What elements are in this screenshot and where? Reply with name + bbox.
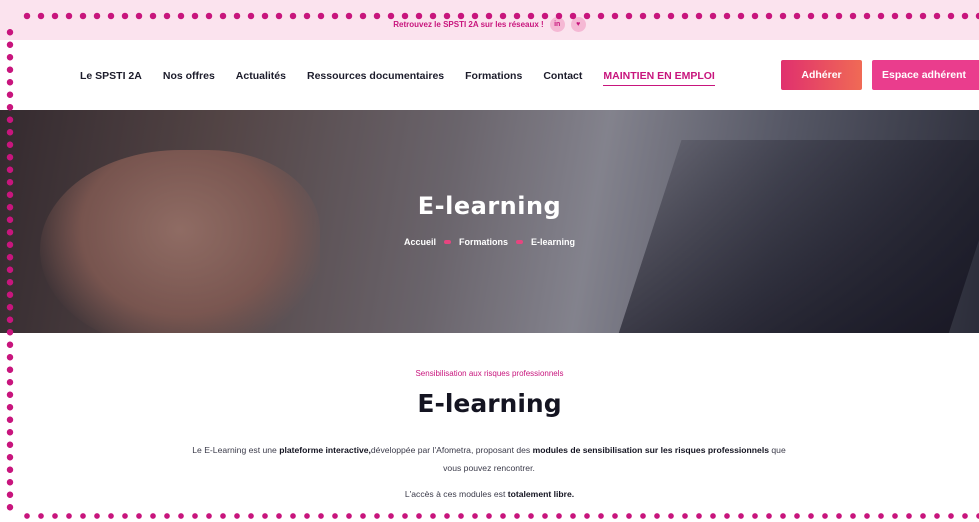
- hero-banner: E-learning Accueil Formations E-learning: [0, 110, 979, 333]
- breadcrumb-accueil[interactable]: Accueil: [404, 237, 436, 247]
- breadcrumb: Accueil Formations E-learning: [0, 237, 979, 247]
- breadcrumb-current: E-learning: [531, 237, 576, 247]
- intro-paragraph: Le E-Learning est une plateforme interac…: [189, 441, 789, 477]
- nav-link-ressources[interactable]: Ressources documentaires: [307, 70, 444, 86]
- intro-text-2: développée par l'Afometra, proposant des: [370, 445, 533, 455]
- dotted-border-bottom: [20, 512, 979, 520]
- nav-link-contact[interactable]: Contact: [543, 70, 582, 86]
- access-bold: totalement libre.: [507, 489, 575, 499]
- access-text: L'accès à ces modules est: [404, 489, 508, 499]
- access-paragraph: L'accès à ces modules est totalement lib…: [0, 485, 979, 503]
- main-nav: Le SPSTI 2A Nos offres Actualités Ressou…: [0, 40, 979, 110]
- breadcrumb-separator: [516, 240, 523, 244]
- hero-overlay: [0, 110, 979, 333]
- intro-bold-2: modules de sensibilisation sur les risqu…: [532, 445, 769, 455]
- section-eyebrow: Sensibilisation aux risques professionne…: [415, 369, 564, 378]
- adherer-button[interactable]: Adhérer: [781, 60, 862, 90]
- hero-title: E-learning: [417, 192, 562, 220]
- top-banner-text: Retrouvez le SPSTI 2A sur les réseaux !: [393, 20, 544, 29]
- dotted-border-top: [20, 12, 979, 20]
- dotted-border-left: [6, 26, 14, 512]
- nav-links: Le SPSTI 2A Nos offres Actualités Ressou…: [80, 70, 715, 86]
- intro-bold-1: plateforme interactive,: [279, 445, 371, 455]
- nav-link-maintien-en-emploi[interactable]: MAINTIEN EN EMPLOI: [603, 70, 715, 86]
- main-content: Sensibilisation aux risques professionne…: [0, 333, 979, 522]
- intro-text-1: Le E-Learning est une: [192, 445, 280, 455]
- top-banner: Retrouvez le SPSTI 2A sur les réseaux ! …: [0, 0, 979, 40]
- nav-link-formations[interactable]: Formations: [465, 70, 522, 86]
- nav-link-nos-offres[interactable]: Nos offres: [163, 70, 215, 86]
- nav-link-actualites[interactable]: Actualités: [236, 70, 286, 86]
- breadcrumb-formations[interactable]: Formations: [459, 237, 508, 247]
- espace-adherent-button[interactable]: Espace adhérent: [872, 60, 979, 90]
- section-title: E-learning: [417, 389, 562, 418]
- breadcrumb-separator: [443, 240, 451, 244]
- nav-link-le-spsti-2a[interactable]: Le SPSTI 2A: [80, 70, 142, 86]
